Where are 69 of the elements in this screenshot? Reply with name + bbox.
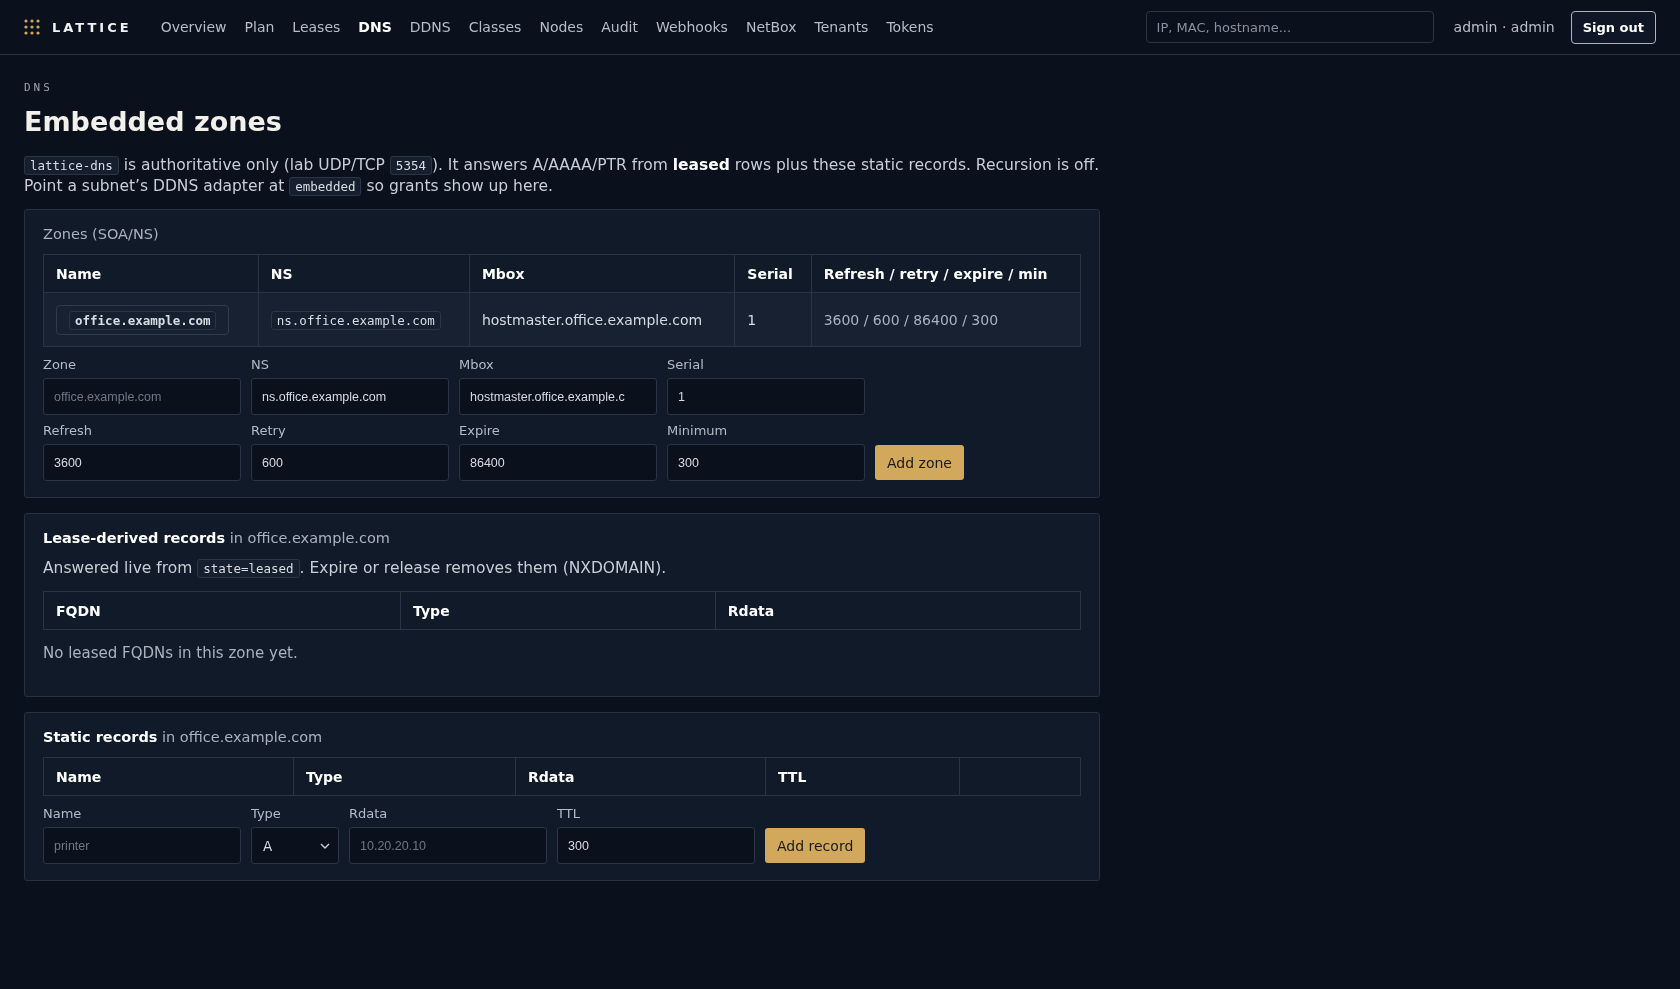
page-title: Embedded zones [24,106,283,137]
field-label: Refresh [43,423,94,438]
input-field[interactable]: 300 [667,444,865,481]
brand-name: LATTICE [52,19,132,35]
table-cell: ns.office.example.com [258,292,470,347]
field-label: Retry [251,423,287,438]
grid-logo-icon [24,19,40,35]
column-header: TTL [765,757,960,796]
column-header: Serial [734,254,812,293]
field-label: NS [251,357,270,372]
field-label: Zone [43,357,78,372]
table-cell: 3600 / 600 / 86400 / 300 [811,292,1081,347]
card-title: Static records in office.example.com [43,729,324,745]
nav-link[interactable]: Audit [592,19,647,35]
input-field[interactable]: 1 [667,378,865,415]
nav-link[interactable]: Overview [151,19,236,35]
card-title: Lease-derived records in office.example.com [43,530,391,546]
nav-link[interactable]: Nodes [530,19,593,35]
nav-link[interactable]: DDNS [400,19,460,35]
field-label: Name [43,806,83,821]
intro-text: lattice-dns is authoritative only (lab UDP/TCP 5354 ). It answers A/AAAA/PTR from leased rows plus these static records. Recursion is off. Point a subnet’s DDNS adapter at embedded so grants show up here. [24,155,1100,197]
column-header: Refresh / retry / expire / min [811,254,1081,293]
input-field[interactable]: 10.20.20.10 [349,827,547,864]
input-field[interactable]: hostmaster.office.example.c [459,378,657,415]
column-header: Mbox [469,254,735,293]
nav-link[interactable]: DNS [349,19,401,35]
column-header: Rdata [515,757,766,796]
nav-link[interactable]: Tokens [877,19,943,35]
nav-link[interactable]: Plan [235,19,284,35]
section-label: DNS [24,81,54,94]
column-header: Type [293,757,516,796]
field-label: Type [251,806,282,821]
input-field[interactable]: 3600 [43,444,241,481]
nav-link[interactable]: Tenants [805,19,878,35]
column-header: Type [400,591,716,630]
type-select[interactable]: A [251,827,339,864]
input-field[interactable]: ns.office.example.com [251,378,449,415]
nav-link[interactable]: Classes [459,19,531,35]
column-header: Rdata [715,591,1081,630]
field-label: Serial [667,357,705,372]
input-field[interactable]: office.example.com [43,378,241,415]
chevron-down-icon [320,842,330,849]
nav-link[interactable]: Leases [283,19,350,35]
add-zone-button[interactable]: Add zone [875,445,964,480]
table-cell: office.example.com [43,292,259,347]
note-text: Answered live from state=leased . Expire or release removes them (NXDOMAIN). [43,558,668,579]
field-label: Rdata [349,806,389,821]
column-header: NS [258,254,470,293]
field-label: Expire [459,423,501,438]
empty-message: No leased FQDNs in this zone yet. [43,644,299,662]
card-title: Zones (SOA/NS) [43,226,160,242]
input-field[interactable]: 600 [251,444,449,481]
field-label: Minimum [667,423,729,438]
table-cell: hostmaster.office.example.com [469,292,735,347]
sign-out-button[interactable]: Sign out [1570,10,1656,44]
input-field[interactable]: 300 [557,827,755,864]
search-field[interactable]: IP, MAC, hostname... [1145,11,1434,43]
field-label: Mbox [459,357,495,372]
user-label: admin · admin [1453,19,1555,35]
table-cell: 1 [734,292,812,347]
column-header: Name [43,757,294,796]
nav-link[interactable]: NetBox [736,19,806,35]
nav-link[interactable]: Webhooks [646,19,737,35]
input-field[interactable]: printer [43,827,241,864]
add-record-button[interactable]: Add record [765,828,866,863]
column-header: Name [43,254,259,293]
field-label: TTL [557,806,581,821]
column-header: FQDN [43,591,401,630]
input-field[interactable]: 86400 [459,444,657,481]
